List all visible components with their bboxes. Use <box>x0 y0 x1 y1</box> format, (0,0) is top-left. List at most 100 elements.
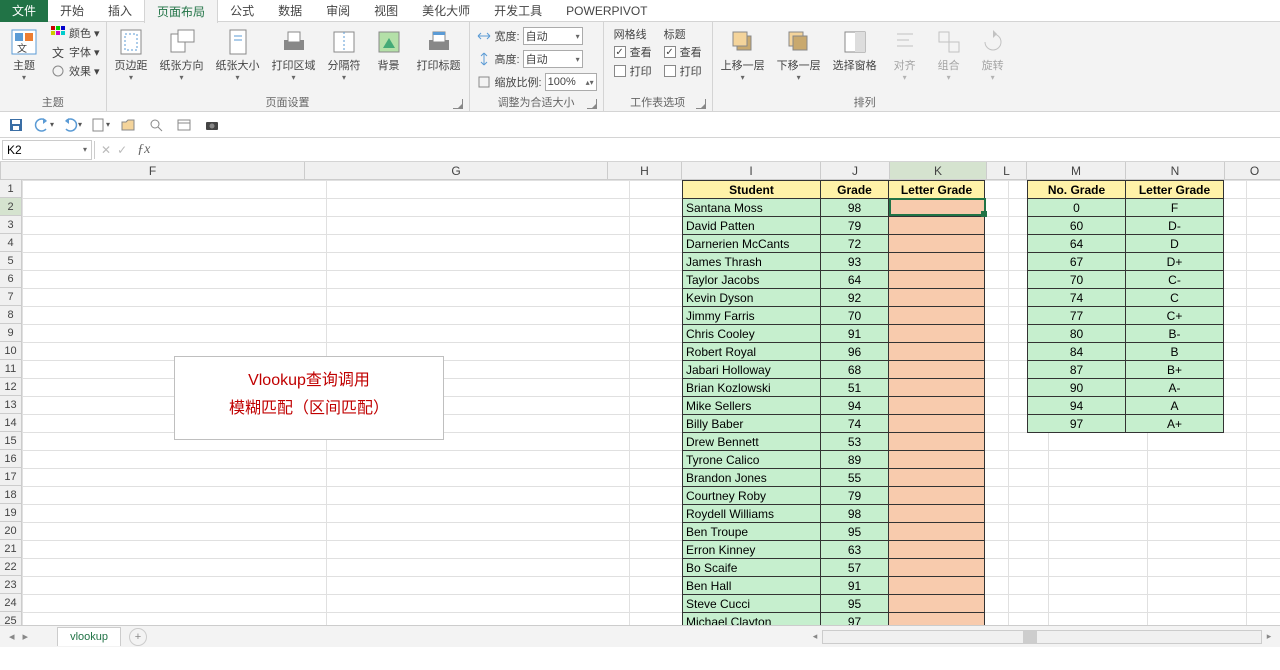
hscroll-track[interactable] <box>822 630 1262 644</box>
sheet-nav-prev[interactable]: ◂ <box>6 630 18 643</box>
col-header-G[interactable]: G <box>305 162 608 179</box>
tab-file[interactable]: 文件 <box>0 0 48 22</box>
cells-area[interactable]: Vlookup查询调用 模糊匹配（区间匹配） Student Grade Let… <box>22 180 1280 625</box>
print-titles-button[interactable]: 打印标题 <box>413 24 465 75</box>
row-header-11[interactable]: 11 <box>0 360 21 378</box>
col-header-H[interactable]: H <box>608 162 682 179</box>
col-header-M[interactable]: M <box>1027 162 1126 179</box>
row-header-16[interactable]: 16 <box>0 450 21 468</box>
row-header-3[interactable]: 3 <box>0 216 21 234</box>
tab-powerpivot[interactable]: POWERPIVOT <box>554 1 659 21</box>
gridlines-print-check[interactable]: 打印 <box>614 62 652 80</box>
hscroll-left[interactable]: ◂ <box>808 630 822 644</box>
tab-beautify[interactable]: 美化大师 <box>410 0 482 22</box>
rotate-button[interactable]: 旋转▾ <box>973 24 1013 84</box>
row-header-20[interactable]: 20 <box>0 522 21 540</box>
row-header-5[interactable]: 5 <box>0 252 21 270</box>
sheet-options-launcher[interactable] <box>696 99 706 109</box>
col-header-O[interactable]: O <box>1225 162 1280 179</box>
scale-launcher[interactable] <box>587 99 597 109</box>
tab-review[interactable]: 审阅 <box>314 0 362 22</box>
tab-page-layout[interactable]: 页面布局 <box>144 0 218 23</box>
headings-print-check[interactable]: 打印 <box>664 62 702 80</box>
open-button[interactable] <box>118 115 138 135</box>
col-header-L[interactable]: L <box>987 162 1027 179</box>
width-select[interactable]: 自动▾ <box>523 27 583 45</box>
margins-button[interactable]: 页边距▾ <box>111 24 152 84</box>
new-button[interactable]: ▾ <box>90 115 110 135</box>
sheet-tab-vlookup[interactable]: vlookup <box>57 627 121 646</box>
group-scale-label: 调整为合适大小 <box>498 97 575 109</box>
preview-button[interactable] <box>146 115 166 135</box>
col-header-F[interactable]: F <box>1 162 305 179</box>
row-header-19[interactable]: 19 <box>0 504 21 522</box>
fx-button[interactable]: ƒx <box>133 142 154 158</box>
align-button[interactable]: 对齐▾ <box>885 24 925 84</box>
row-header-13[interactable]: 13 <box>0 396 21 414</box>
student-letter <box>889 577 985 595</box>
camera-button[interactable] <box>202 115 222 135</box>
table-row: 60D- <box>1028 217 1224 235</box>
row-header-9[interactable]: 9 <box>0 324 21 342</box>
row-header-15[interactable]: 15 <box>0 432 21 450</box>
student-grade: 93 <box>821 253 889 271</box>
orientation-button[interactable]: 纸张方向▾ <box>156 24 208 84</box>
row-header-10[interactable]: 10 <box>0 342 21 360</box>
gridlines-view-check[interactable]: ✓查看 <box>614 43 652 61</box>
row-header-12[interactable]: 12 <box>0 378 21 396</box>
size-button[interactable]: 纸张大小▾ <box>212 24 264 84</box>
row-header-25[interactable]: 25 <box>0 612 21 625</box>
tab-formulas[interactable]: 公式 <box>218 0 266 22</box>
row-header-24[interactable]: 24 <box>0 594 21 612</box>
background-button[interactable]: 背景 <box>369 24 409 75</box>
themes-button[interactable]: 文 主题▾ <box>4 24 44 84</box>
tab-insert[interactable]: 插入 <box>96 0 144 22</box>
row-header-6[interactable]: 6 <box>0 270 21 288</box>
form-button[interactable] <box>174 115 194 135</box>
group-button[interactable]: 组合▾ <box>929 24 969 84</box>
hscroll-thumb[interactable] <box>1023 631 1037 643</box>
row-header-23[interactable]: 23 <box>0 576 21 594</box>
row-header-1[interactable]: 1 <box>0 180 21 198</box>
row-header-14[interactable]: 14 <box>0 414 21 432</box>
col-header-I[interactable]: I <box>682 162 821 179</box>
theme-effects[interactable]: 效果 ▾ <box>48 62 102 80</box>
breaks-button[interactable]: 分隔符▾ <box>324 24 365 84</box>
row-header-18[interactable]: 18 <box>0 486 21 504</box>
student-letter <box>889 559 985 577</box>
selection-pane-button[interactable]: 选择窗格 <box>829 24 881 75</box>
formula-input[interactable] <box>154 148 1280 152</box>
col-header-N[interactable]: N <box>1126 162 1225 179</box>
row-header-22[interactable]: 22 <box>0 558 21 576</box>
tab-data[interactable]: 数据 <box>266 0 314 22</box>
row-header-4[interactable]: 4 <box>0 234 21 252</box>
theme-colors[interactable]: 颜色 ▾ <box>48 24 102 42</box>
row-header-8[interactable]: 8 <box>0 306 21 324</box>
theme-fonts[interactable]: 文字体 ▾ <box>48 43 102 61</box>
print-area-button[interactable]: 打印区域▾ <box>268 24 320 84</box>
row-header-21[interactable]: 21 <box>0 540 21 558</box>
hscroll-right[interactable]: ▸ <box>1262 630 1276 644</box>
name-box[interactable]: K2▾ <box>2 140 92 160</box>
row-header-17[interactable]: 17 <box>0 468 21 486</box>
headings-view-check[interactable]: ✓查看 <box>664 43 702 61</box>
page-setup-launcher[interactable] <box>453 99 463 109</box>
sheet-nav-next[interactable]: ▸ <box>20 630 32 643</box>
tab-home[interactable]: 开始 <box>48 0 96 22</box>
save-button[interactable] <box>6 115 26 135</box>
col-header-J[interactable]: J <box>821 162 890 179</box>
student-letter <box>889 469 985 487</box>
undo-button[interactable]: ▾ <box>34 115 54 135</box>
redo-button[interactable]: ▾ <box>62 115 82 135</box>
textbox-shape[interactable]: Vlookup查询调用 模糊匹配（区间匹配） <box>174 356 444 440</box>
new-sheet-button[interactable]: + <box>129 628 147 646</box>
height-select[interactable]: 自动▾ <box>523 50 583 68</box>
tab-developer[interactable]: 开发工具 <box>482 0 554 22</box>
send-backward-button[interactable]: 下移一层▾ <box>773 24 825 84</box>
col-header-K[interactable]: K <box>890 162 987 179</box>
bring-forward-button[interactable]: 上移一层▾ <box>717 24 769 84</box>
zoom-select[interactable]: 100%▴▾ <box>545 73 597 91</box>
row-header-2[interactable]: 2 <box>0 198 21 216</box>
tab-view[interactable]: 视图 <box>362 0 410 22</box>
row-header-7[interactable]: 7 <box>0 288 21 306</box>
